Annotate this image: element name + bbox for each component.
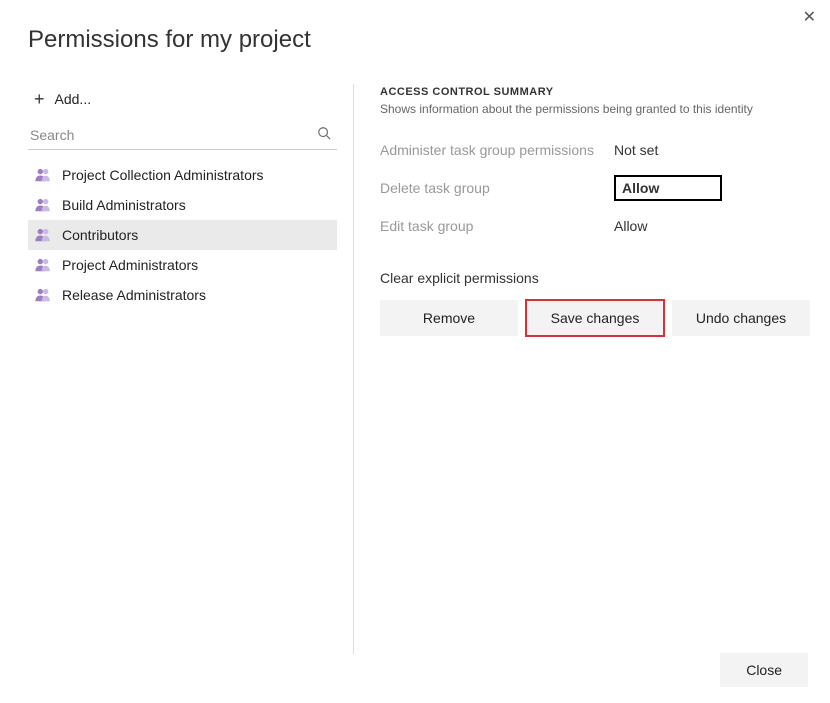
dialog-footer: Close bbox=[720, 653, 808, 687]
permission-label: Edit task group bbox=[380, 218, 614, 234]
summary-subtext: Shows information about the permissions … bbox=[380, 102, 810, 116]
identity-list: Project Collection Administrators Build A… bbox=[28, 160, 337, 310]
identity-list-item[interactable]: Project Administrators bbox=[28, 250, 337, 280]
identity-list-item[interactable]: Contributors bbox=[28, 220, 337, 250]
identity-list-item[interactable]: Release Administrators bbox=[28, 280, 337, 310]
identity-label: Contributors bbox=[62, 227, 138, 243]
identity-label: Project Administrators bbox=[62, 257, 198, 273]
add-identity-button[interactable]: + Add... bbox=[28, 84, 337, 122]
identity-list-item[interactable]: Build Administrators bbox=[28, 190, 337, 220]
plus-icon: + bbox=[34, 90, 45, 108]
group-icon bbox=[34, 226, 52, 244]
group-icon bbox=[34, 286, 52, 304]
permission-rows: Administer task group permissionsNot set… bbox=[380, 136, 810, 240]
permission-row: Edit task groupAllow bbox=[380, 212, 810, 240]
permission-value-select[interactable]: Allow bbox=[614, 175, 722, 201]
permissions-pane: ACCESS CONTROL SUMMARY Shows information… bbox=[354, 84, 830, 654]
dialog-title: Permissions for my project bbox=[0, 0, 830, 54]
dialog-content: + Add... Project Collection Administrato… bbox=[0, 84, 830, 654]
search-input[interactable] bbox=[30, 127, 317, 143]
permission-label: Administer task group permissions bbox=[380, 142, 614, 158]
remove-button[interactable]: Remove bbox=[380, 300, 518, 336]
group-icon bbox=[34, 196, 52, 214]
identity-label: Build Administrators bbox=[62, 197, 186, 213]
permission-row: Delete task groupAllow bbox=[380, 174, 810, 202]
group-icon bbox=[34, 256, 52, 274]
undo-changes-button[interactable]: Undo changes bbox=[672, 300, 810, 336]
add-identity-label: Add... bbox=[55, 91, 92, 107]
permission-label: Delete task group bbox=[380, 180, 614, 196]
close-button[interactable]: Close bbox=[720, 653, 808, 687]
permission-value[interactable]: Allow bbox=[614, 216, 647, 236]
search-field[interactable] bbox=[28, 122, 337, 150]
close-icon[interactable]: ✕ bbox=[803, 10, 816, 26]
permission-row: Administer task group permissionsNot set bbox=[380, 136, 810, 164]
group-icon bbox=[34, 166, 52, 184]
permission-value[interactable]: Not set bbox=[614, 140, 658, 160]
save-changes-button[interactable]: Save changes bbox=[526, 300, 664, 336]
identity-list-item[interactable]: Project Collection Administrators bbox=[28, 160, 337, 190]
search-icon bbox=[317, 126, 331, 143]
action-row: Remove Save changes Undo changes bbox=[380, 300, 810, 336]
identity-label: Project Collection Administrators bbox=[62, 167, 264, 183]
identity-label: Release Administrators bbox=[62, 287, 206, 303]
identity-list-pane: + Add... Project Collection Administrato… bbox=[28, 84, 353, 654]
clear-explicit-permissions-link[interactable]: Clear explicit permissions bbox=[380, 270, 539, 286]
summary-heading: ACCESS CONTROL SUMMARY bbox=[380, 86, 810, 98]
